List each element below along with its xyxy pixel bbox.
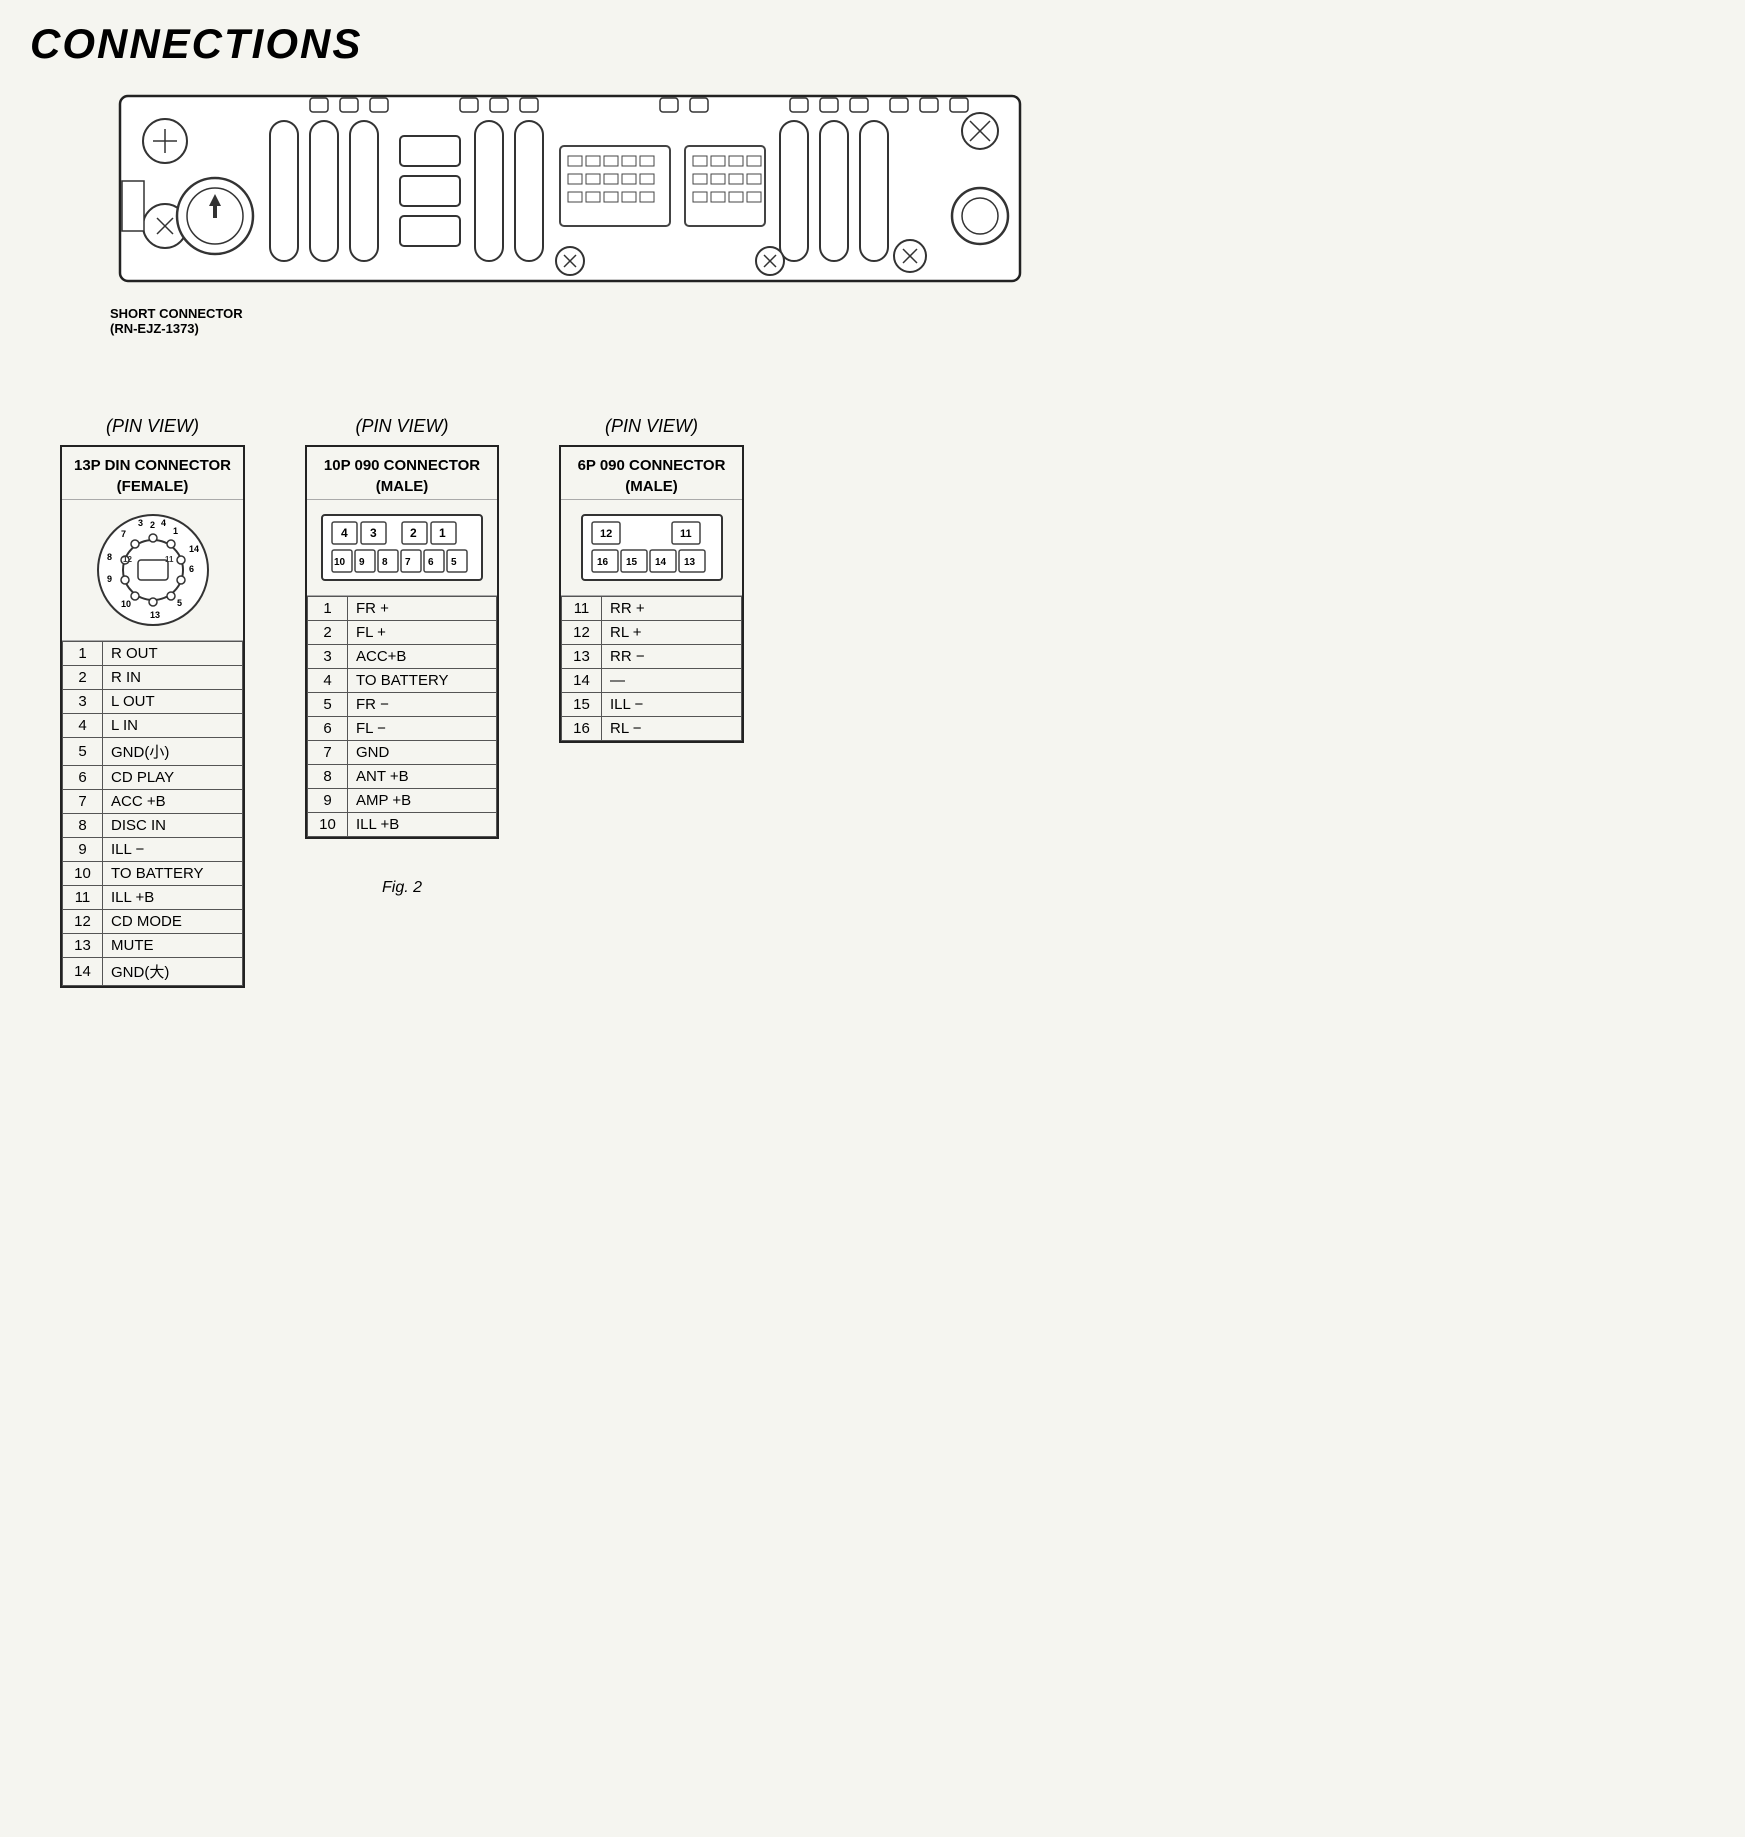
svg-text:16: 16: [597, 557, 609, 568]
table-row: 13MUTE: [63, 934, 243, 958]
connector-10p-090: (PIN VIEW) 10P 090 CONNECTOR (MALE) 4 3: [305, 416, 499, 897]
connector-6p-090: (PIN VIEW) 6P 090 CONNECTOR (MALE) 12 11: [559, 416, 744, 743]
connector-table-10p: 10P 090 CONNECTOR (MALE) 4 3 2 1: [305, 445, 499, 839]
table-row: 8ANT +B: [308, 765, 497, 789]
svg-text:3: 3: [370, 526, 377, 540]
table-row: 9ILL −: [63, 838, 243, 862]
svg-text:3: 3: [138, 518, 143, 528]
svg-text:5: 5: [177, 598, 182, 608]
connector-title-10p: 10P 090 CONNECTOR (MALE): [307, 447, 497, 500]
pin-view-label-6p: (PIN VIEW): [605, 416, 698, 437]
svg-text:14: 14: [189, 544, 199, 554]
connector-table-13p: 13P DIN CONNECTOR (FEMALE): [60, 445, 245, 988]
table-row: 4TO BATTERY: [308, 669, 497, 693]
svg-text:15: 15: [626, 557, 638, 568]
svg-text:10: 10: [121, 599, 131, 609]
table-row: 13RR −: [562, 645, 742, 669]
table-row: 15ILL −: [562, 693, 742, 717]
svg-text:11: 11: [165, 555, 174, 564]
short-connector-label: SHORT CONNECTOR (RN-EJZ-1373): [110, 306, 1715, 336]
device-diagram: [110, 86, 1715, 296]
svg-text:5: 5: [451, 557, 457, 568]
svg-text:2: 2: [150, 520, 155, 530]
connector-diagram-6p: 12 11 16 15 14 13: [561, 500, 742, 596]
table-row: 8DISC IN: [63, 814, 243, 838]
connector-table-6p: 6P 090 CONNECTOR (MALE) 12 11: [559, 445, 744, 743]
svg-text:8: 8: [382, 557, 388, 568]
table-row: 12RL +: [562, 621, 742, 645]
connector-title-6p: 6P 090 CONNECTOR (MALE): [561, 447, 742, 500]
table-row: 4L IN: [63, 714, 243, 738]
svg-text:13: 13: [150, 610, 160, 620]
table-row: 16RL −: [562, 717, 742, 741]
table-row: 6FL −: [308, 717, 497, 741]
svg-text:10: 10: [334, 557, 346, 568]
table-row: 1FR +: [308, 597, 497, 621]
table-row: 14GND(大): [63, 958, 243, 986]
table-row: 1R OUT: [63, 642, 243, 666]
connector-title-13p: 13P DIN CONNECTOR (FEMALE): [62, 447, 243, 500]
table-row: 9AMP +B: [308, 789, 497, 813]
svg-text:4: 4: [161, 518, 166, 528]
table-row: 10ILL +B: [308, 813, 497, 837]
fig-label: Fig. 2: [382, 879, 422, 897]
svg-text:7: 7: [405, 557, 411, 568]
table-row: 12CD MODE: [63, 910, 243, 934]
table-row: 2FL +: [308, 621, 497, 645]
connector-diagram-10p: 4 3 2 1 10 9 8 7 6 5: [307, 500, 497, 596]
svg-text:12: 12: [123, 555, 132, 564]
svg-text:9: 9: [359, 557, 365, 568]
svg-text:4: 4: [341, 526, 348, 540]
pin-table-6p: 11RR + 12RL + 13RR − 14— 15ILL − 16RL −: [561, 596, 742, 741]
pin-view-label-10p: (PIN VIEW): [356, 416, 449, 437]
page-title: CONNECTIONS: [30, 20, 1715, 68]
table-row: 5GND(小): [63, 738, 243, 766]
svg-text:2: 2: [410, 526, 417, 540]
table-row: 5FR −: [308, 693, 497, 717]
connectors-section: (PIN VIEW) 13P DIN CONNECTOR (FEMALE): [60, 416, 1715, 988]
table-row: 3ACC+B: [308, 645, 497, 669]
table-row: 7GND: [308, 741, 497, 765]
svg-text:7: 7: [121, 529, 126, 539]
svg-text:1: 1: [173, 526, 178, 536]
connector-diagram-13p: 2 1 14 6 5 13 10 9 8 7 3 4 12 11: [62, 500, 243, 641]
svg-text:1: 1: [439, 526, 446, 540]
svg-text:9: 9: [107, 574, 112, 584]
pin-table-13p: 1R OUT 2R IN 3L OUT 4L IN 5GND(小) 6CD PL…: [62, 641, 243, 986]
svg-text:14: 14: [655, 557, 667, 568]
table-row: 10TO BATTERY: [63, 862, 243, 886]
svg-text:8: 8: [107, 552, 112, 562]
table-row: 3L OUT: [63, 690, 243, 714]
table-row: 7ACC +B: [63, 790, 243, 814]
table-row: 11ILL +B: [63, 886, 243, 910]
svg-text:13: 13: [684, 557, 696, 568]
pin-view-label-13p: (PIN VIEW): [106, 416, 199, 437]
table-row: 14—: [562, 669, 742, 693]
svg-text:6: 6: [428, 557, 434, 568]
svg-text:11: 11: [680, 528, 692, 540]
table-row: 11RR +: [562, 597, 742, 621]
connector-13p-din: (PIN VIEW) 13P DIN CONNECTOR (FEMALE): [60, 416, 245, 988]
svg-text:12: 12: [600, 528, 612, 540]
pin-table-10p: 1FR + 2FL + 3ACC+B 4TO BATTERY 5FR − 6FL…: [307, 596, 497, 837]
table-row: 6CD PLAY: [63, 766, 243, 790]
table-row: 2R IN: [63, 666, 243, 690]
svg-text:6: 6: [189, 564, 194, 574]
